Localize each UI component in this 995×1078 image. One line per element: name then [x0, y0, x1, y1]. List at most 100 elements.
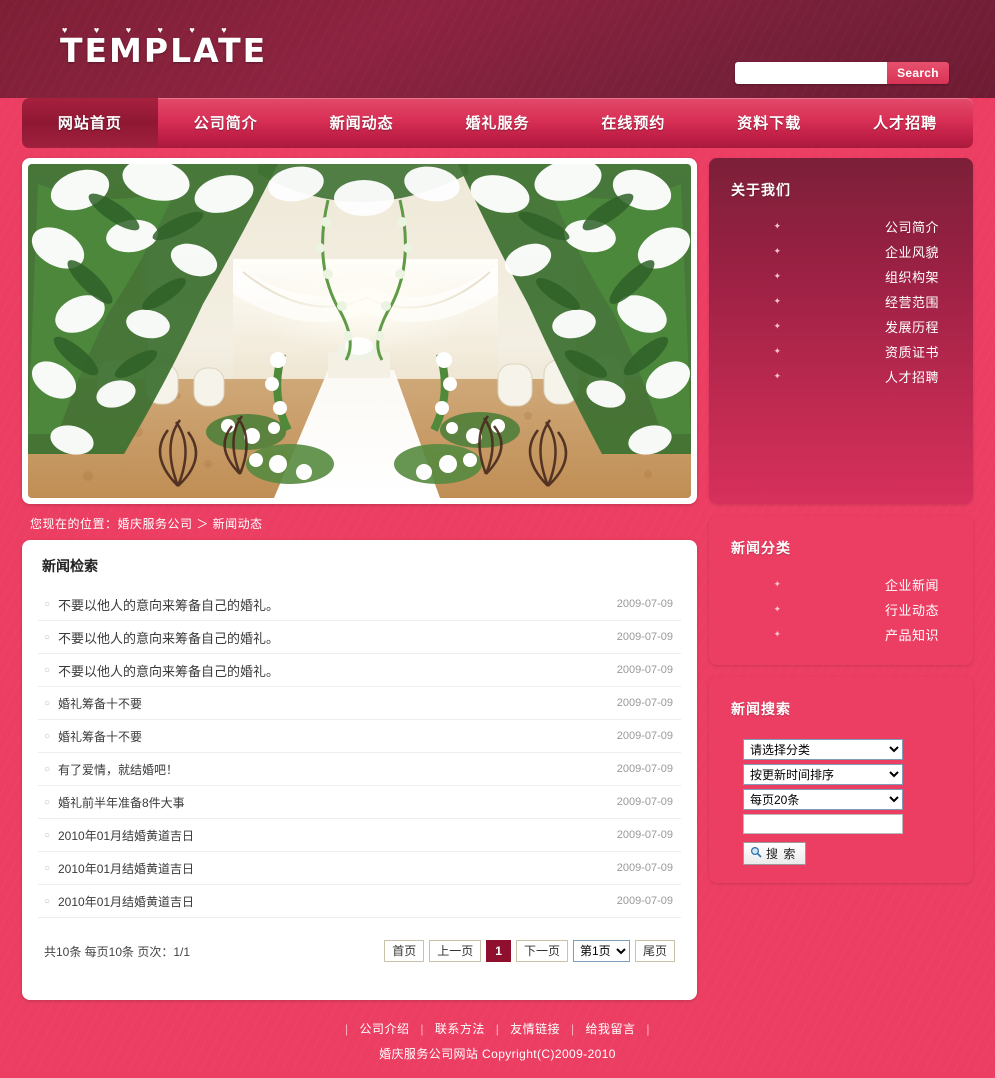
news-search-submit-button[interactable]: 搜 索: [743, 842, 807, 865]
news-list-item[interactable]: ○ 婚礼筹备十不要 2009-07-09: [38, 720, 681, 753]
search-icon: [750, 846, 762, 861]
news-list-item[interactable]: ○ 不要以他人的意向来筹备自己的婚礼。 2009-07-09: [38, 654, 681, 687]
nav-item-recruitment[interactable]: 人才招聘: [837, 98, 973, 148]
arrow-bullet-icon: ✦: [773, 296, 781, 306]
arrow-bullet-icon: ✦: [773, 346, 781, 356]
news-category-list: ✦ 企业新闻 ✦ 行业动态 ✦ 产品知识: [725, 572, 957, 647]
header-search: Search: [735, 62, 949, 84]
circle-bullet-icon: ○: [44, 730, 51, 742]
news-list-item[interactable]: ○ 2010年01月结婚黄道吉日 2009-07-09: [38, 852, 681, 885]
nav-item-downloads[interactable]: 资料下载: [701, 98, 837, 148]
news-search-panel: 新闻搜索 请选择分类 按更新时间排序 每页20条 搜 索: [709, 677, 973, 883]
site-header: ♥ ♥ ♥ ♥ ♥ ♥ TEMPLATE Search: [0, 0, 995, 98]
arrow-bullet-icon: ✦: [773, 246, 781, 256]
news-item-title: 不要以他人的意向来筹备自己的婚礼。: [58, 597, 280, 613]
pagination-info: 共10条 每页10条 页次：1/1: [44, 944, 191, 959]
news-list-item[interactable]: ○ 2010年01月结婚黄道吉日 2009-07-09: [38, 885, 681, 918]
sidebar-item-company-news[interactable]: ✦ 企业新闻: [725, 572, 957, 597]
footer-links: | 公司介绍 | 联系方法 | 友情链接 | 给我留言 |: [0, 1020, 995, 1037]
news-category-panel: 新闻分类 ✦ 企业新闻 ✦ 行业动态 ✦ 产品知识: [709, 516, 973, 665]
arrow-bullet-icon: ✦: [773, 579, 781, 589]
footer-separator: |: [345, 1022, 349, 1036]
news-list: ○ 不要以他人的意向来筹备自己的婚礼。 2009-07-09 ○ 不要以他人的意…: [38, 588, 681, 918]
news-item-title: 婚礼筹备十不要: [58, 696, 143, 711]
news-item-date: 2009-07-09: [616, 664, 673, 676]
sidebar-item-label: 经营范围: [884, 295, 939, 310]
arrow-bullet-icon: ✦: [773, 371, 781, 381]
sidebar-item-company-profile[interactable]: ✦ 公司简介: [725, 214, 957, 239]
sidebar-item-product-knowledge[interactable]: ✦ 产品知识: [725, 622, 957, 647]
circle-bullet-icon: ○: [44, 664, 51, 676]
pagination-page-select[interactable]: 第1页: [572, 940, 630, 962]
hero-banner: [22, 158, 697, 504]
news-item-date: 2009-07-09: [616, 697, 673, 709]
nav-item-booking[interactable]: 在线预约: [565, 98, 701, 148]
sidebar-item-company-style[interactable]: ✦ 企业风貌: [725, 239, 957, 264]
sidebar-item-label: 发展历程: [884, 320, 939, 335]
news-list-item[interactable]: ○ 2010年01月结婚黄道吉日 2009-07-09: [38, 819, 681, 852]
footer-copyright: 婚庆服务公司网站 Copyright(C)2009-2010: [379, 1047, 616, 1061]
search-input[interactable]: [735, 62, 887, 84]
arrow-bullet-icon: ✦: [773, 321, 781, 331]
circle-bullet-icon: ○: [44, 829, 51, 841]
page-root: ♥ ♥ ♥ ♥ ♥ ♥ TEMPLATE Search 网站首页 公司简介 新闻…: [0, 0, 995, 1078]
news-item-title: 婚礼前半年准备8件大事: [58, 795, 185, 810]
news-search-panel-title: 新闻搜索: [731, 702, 791, 718]
footer-separator: |: [571, 1022, 575, 1036]
wedding-aisle-illustration: [28, 164, 691, 498]
pagination-prev-button[interactable]: 上一页: [429, 940, 482, 962]
news-card: 新闻检索 ○ 不要以他人的意向来筹备自己的婚礼。 2009-07-09 ○ 不要…: [22, 540, 697, 1000]
sidebar-item-certificates[interactable]: ✦ 资质证书: [725, 339, 957, 364]
news-search-sort-select[interactable]: 按更新时间排序: [743, 764, 903, 785]
footer-link-contact[interactable]: 联系方法: [435, 1022, 485, 1036]
news-item-date: 2009-07-09: [616, 730, 673, 742]
pagination-current-page: 1: [486, 940, 511, 962]
nav-item-about[interactable]: 公司简介: [158, 98, 294, 148]
footer-link-company-intro[interactable]: 公司介绍: [360, 1022, 410, 1036]
about-panel: 关于我们 ✦ 公司简介 ✦ 企业风貌 ✦ 组织构架 ✦ 经营范围 ✦ 发展历程 …: [709, 158, 973, 504]
pagination-last-button[interactable]: 尾页: [634, 940, 675, 962]
sidebar-item-label: 行业动态: [884, 603, 939, 618]
news-search-form: 请选择分类 按更新时间排序 每页20条 搜 索: [725, 733, 957, 865]
pagination-next-button[interactable]: 下一页: [515, 940, 568, 962]
news-item-title: 不要以他人的意向来筹备自己的婚礼。: [58, 630, 280, 646]
pagination: 共10条 每页10条 页次：1/1 首页 上一页 1 下一页 第1页 尾页: [38, 918, 681, 966]
news-search-perpage-select[interactable]: 每页20条: [743, 789, 903, 810]
nav-item-home[interactable]: 网站首页: [22, 98, 158, 148]
breadcrumb: 您现在的位置：婚庆服务公司 ＞ 新闻动态: [30, 517, 263, 531]
news-item-date: 2009-07-09: [616, 631, 673, 643]
news-list-item[interactable]: ○ 不要以他人的意向来筹备自己的婚礼。 2009-07-09: [38, 621, 681, 654]
pagination-controls: 首页 上一页 1 下一页 第1页 尾页: [384, 940, 675, 962]
news-category-panel-title: 新闻分类: [731, 541, 791, 557]
arrow-bullet-icon: ✦: [773, 271, 781, 281]
news-search-keyword-input[interactable]: [743, 814, 903, 834]
sidebar-item-business-scope[interactable]: ✦ 经营范围: [725, 289, 957, 314]
search-button[interactable]: Search: [887, 62, 949, 84]
news-item-date: 2009-07-09: [616, 763, 673, 775]
sidebar-item-industry-news[interactable]: ✦ 行业动态: [725, 597, 957, 622]
main-content: 您现在的位置：婚庆服务公司 ＞ 新闻动态 新闻检索 ○ 不要以他人的意向来筹备自…: [0, 148, 995, 1000]
news-item-date: 2009-07-09: [616, 895, 673, 907]
footer-link-guestbook[interactable]: 给我留言: [585, 1022, 635, 1036]
sidebar-item-recruitment[interactable]: ✦ 人才招聘: [725, 364, 957, 389]
sidebar-item-org-structure[interactable]: ✦ 组织构架: [725, 264, 957, 289]
circle-bullet-icon: ○: [44, 895, 51, 907]
news-item-title: 有了爱情，就结婚吧！: [58, 762, 179, 777]
news-list-item[interactable]: ○ 有了爱情，就结婚吧！ 2009-07-09: [38, 753, 681, 786]
footer-separator: |: [646, 1022, 650, 1036]
news-list-item[interactable]: ○ 婚礼前半年准备8件大事 2009-07-09: [38, 786, 681, 819]
sidebar-item-label: 组织构架: [884, 270, 939, 285]
news-list-item[interactable]: ○ 婚礼筹备十不要 2009-07-09: [38, 687, 681, 720]
news-list-item[interactable]: ○ 不要以他人的意向来筹备自己的婚礼。 2009-07-09: [38, 588, 681, 621]
news-item-date: 2009-07-09: [616, 796, 673, 808]
news-search-category-select[interactable]: 请选择分类: [743, 739, 903, 760]
nav-item-services[interactable]: 婚礼服务: [430, 98, 566, 148]
nav-item-news[interactable]: 新闻动态: [294, 98, 430, 148]
footer-link-friendly-links[interactable]: 友情链接: [510, 1022, 560, 1036]
circle-bullet-icon: ○: [44, 796, 51, 808]
site-logo: TEMPLATE: [60, 31, 268, 70]
pagination-first-button[interactable]: 首页: [384, 940, 425, 962]
sidebar-item-label: 资质证书: [884, 345, 939, 360]
sidebar-item-development-history[interactable]: ✦ 发展历程: [725, 314, 957, 339]
main-navigation-wrapper: 网站首页 公司简介 新闻动态 婚礼服务 在线预约 资料下载 人才招聘: [0, 98, 995, 148]
